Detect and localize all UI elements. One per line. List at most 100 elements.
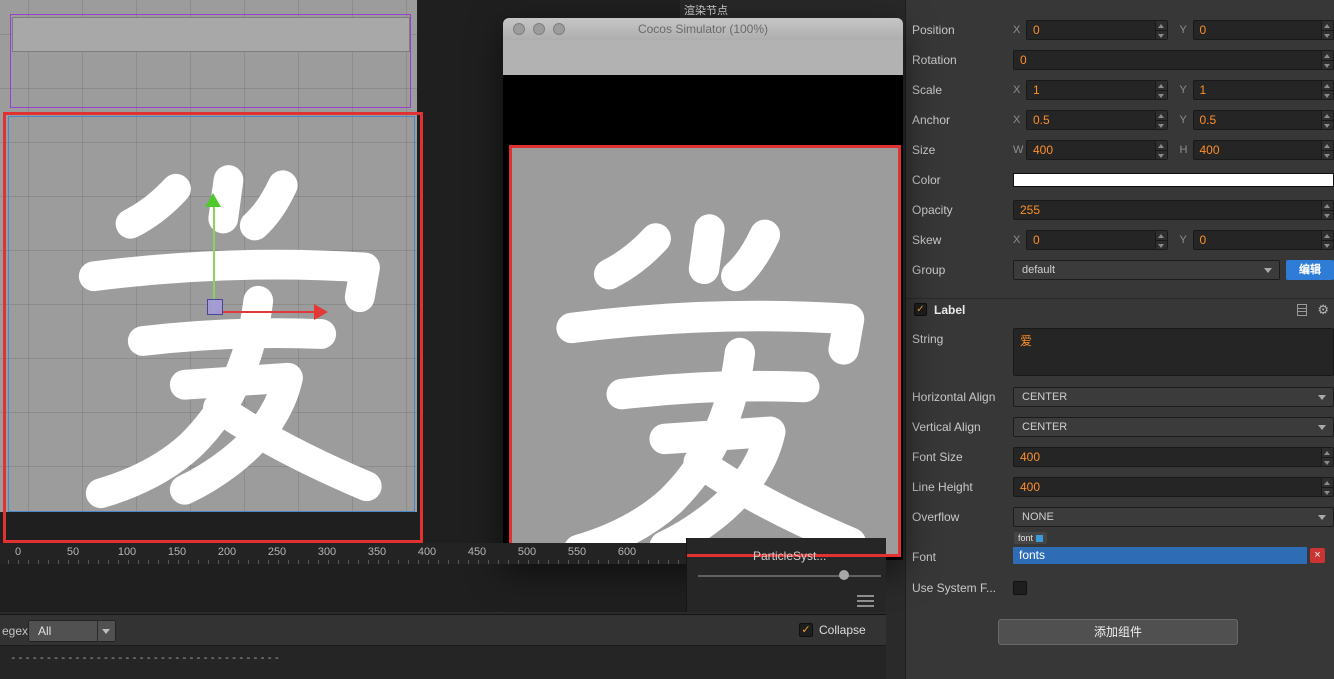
stepper-down-icon[interactable] [1156,31,1167,40]
stepper[interactable] [1154,21,1167,40]
stepper-up-icon[interactable] [1322,201,1333,211]
chevron-down-icon [1318,425,1326,430]
size-row: Size W 400 H 400 [912,139,1334,161]
ruler-number: 200 [217,546,237,558]
add-component-button[interactable]: 添加组件 [998,619,1238,645]
stepper-up-icon[interactable] [1155,141,1167,151]
scale-y-input[interactable]: 1 [1192,80,1334,100]
stepper[interactable] [1321,111,1333,129]
skew-y-input[interactable]: 0 [1192,230,1334,250]
close-button[interactable] [513,23,525,35]
x-axis-label: X [1013,234,1021,246]
stepper[interactable] [1321,51,1333,69]
zoom-slider-track[interactable] [698,575,881,577]
string-input[interactable]: 爱 [1013,328,1334,376]
stepper[interactable] [1154,141,1167,160]
stepper[interactable] [1154,81,1167,100]
stepper[interactable] [1321,201,1333,219]
simulator-window[interactable]: Cocos Simulator (100%) [503,18,903,560]
stepper-down-icon[interactable] [1322,458,1333,467]
simulator-titlebar[interactable]: Cocos Simulator (100%) [503,18,903,40]
position-x-input[interactable]: 0 [1026,20,1168,40]
anchor-label: Anchor [912,113,951,127]
list-item-particlesystem[interactable]: ParticleSyst... [753,549,826,563]
ruler-number: 50 [66,546,80,558]
stepper-down-icon[interactable] [1322,241,1333,250]
horizontal-align-row: Horizontal Align CENTER [912,386,1334,408]
hierarchy-tab-label[interactable]: 渲染节点 [680,0,905,18]
zoom-button[interactable] [553,23,565,35]
vertical-align-dropdown[interactable]: CENTER [1013,417,1334,437]
doc-icon[interactable] [1297,304,1307,316]
line-height-input[interactable]: 400 [1013,477,1334,497]
size-w-input[interactable]: 400 [1026,140,1168,160]
stepper-down-icon[interactable] [1156,121,1167,130]
stepper-up-icon[interactable] [1322,51,1333,61]
stepper-up-icon[interactable] [1322,141,1333,151]
panel-menu-icon[interactable] [857,595,874,610]
stepper[interactable] [1321,21,1333,39]
stepper-down-icon[interactable] [1156,91,1167,100]
stepper-down-icon[interactable] [1322,121,1333,130]
stepper-down-icon[interactable] [1322,61,1333,70]
stepper[interactable] [1321,141,1333,159]
scale-x-input[interactable]: 1 [1026,80,1168,100]
stepper[interactable] [1321,231,1333,249]
stepper[interactable] [1154,111,1167,130]
x-axis-label: X [1013,24,1021,36]
log-filter-dropdown[interactable]: All [28,620,116,642]
stepper[interactable] [1321,81,1333,99]
ruler-number: 150 [167,546,187,558]
stepper-down-icon[interactable] [1322,151,1333,160]
anchor-x-input[interactable]: 0.5 [1026,110,1168,130]
size-h-input[interactable]: 400 [1192,140,1334,160]
position-label: Position [912,23,955,37]
stepper[interactable] [1321,478,1333,496]
opacity-input[interactable]: 255 [1013,200,1334,220]
y-axis-label: Y [1179,234,1187,246]
stepper-up-icon[interactable] [1155,81,1167,91]
group-dropdown[interactable]: default [1013,260,1280,280]
stepper-up-icon[interactable] [1322,478,1333,488]
stepper-up-icon[interactable] [1155,21,1167,31]
font-size-input[interactable]: 400 [1013,447,1334,467]
position-y-input[interactable]: 0 [1192,20,1334,40]
collapse-checkbox[interactable]: ✓ [799,623,813,637]
love-character-glyph [534,208,892,557]
anchor-y-input[interactable]: 0.5 [1192,110,1334,130]
stepper-up-icon[interactable] [1322,111,1333,121]
ruler-number: 100 [117,546,137,558]
remove-font-button[interactable]: × [1310,548,1325,563]
stepper-up-icon[interactable] [1155,111,1167,121]
stepper-up-icon[interactable] [1322,81,1333,91]
gear-icon[interactable]: ⚙ [1317,302,1329,318]
stepper-down-icon[interactable] [1322,488,1333,497]
font-size-row: Font Size 400 [912,446,1334,468]
stepper[interactable] [1154,231,1167,250]
skew-row: Skew X 0 Y 0 [912,229,1334,251]
stepper[interactable] [1321,448,1333,466]
font-asset-field[interactable]: fonts [1013,547,1307,564]
stepper-up-icon[interactable] [1322,21,1333,31]
skew-x-input[interactable]: 0 [1026,230,1168,250]
stepper-up-icon[interactable] [1322,231,1333,241]
stepper-up-icon[interactable] [1322,448,1333,458]
group-edit-button[interactable]: 编辑 [1286,260,1334,280]
overflow-value: NONE [1022,511,1054,523]
dropdown-arrow-box[interactable] [97,621,115,641]
use-system-font-checkbox[interactable] [1013,581,1027,595]
stepper-down-icon[interactable] [1322,91,1333,100]
stepper-up-icon[interactable] [1155,231,1167,241]
overflow-dropdown[interactable]: NONE [1013,507,1334,527]
stepper-down-icon[interactable] [1322,211,1333,220]
stepper-down-icon[interactable] [1156,151,1167,160]
collapse-label: Collapse [819,623,866,637]
minimize-button[interactable] [533,23,545,35]
stepper-down-icon[interactable] [1322,31,1333,40]
horizontal-align-dropdown[interactable]: CENTER [1013,387,1334,407]
color-swatch[interactable] [1013,173,1334,187]
stepper-down-icon[interactable] [1156,241,1167,250]
rotation-input[interactable]: 0 [1013,50,1334,70]
zoom-slider-thumb[interactable] [839,570,849,580]
label-enabled-checkbox[interactable]: ✓ [914,303,927,316]
